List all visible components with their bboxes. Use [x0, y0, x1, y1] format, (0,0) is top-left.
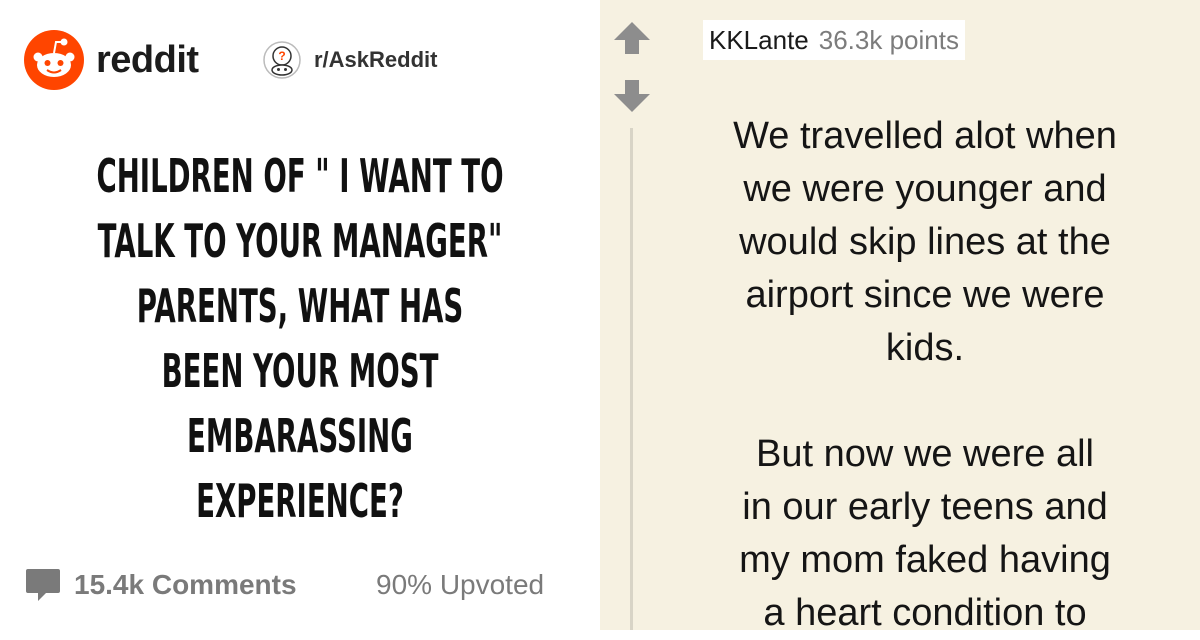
comment-line: airport since we were [745, 274, 1105, 316]
comment-points: 36.3k points [818, 24, 959, 55]
comments-button[interactable]: 15.4k Comments [24, 566, 297, 604]
comment-line: we were younger and [743, 168, 1107, 210]
upvote-arrow-icon[interactable] [612, 20, 652, 56]
comment-line: a heart condition to [763, 592, 1087, 634]
title-line: TALK TO YOUR MANAGER" [97, 214, 503, 268]
downvote-arrow-icon[interactable] [612, 78, 652, 114]
reddit-wordmark: reddit [96, 38, 199, 81]
comment-line: We travelled alot when [733, 115, 1117, 157]
title-line: EXPERIENCE? [196, 474, 404, 528]
subreddit-link[interactable]: ? r/AskReddit [262, 40, 437, 80]
svg-text:?: ? [278, 49, 285, 63]
comment-line: But now we were all [756, 433, 1094, 475]
comment-thread-line[interactable] [630, 128, 633, 630]
reddit-logo[interactable]: reddit [24, 30, 199, 90]
title-line: BEEN YOUR MOST [161, 344, 439, 398]
upvote-ratio: 90% Upvoted [376, 569, 545, 600]
post-title[interactable]: CHILDREN OF " I WANT TO TALK TO YOUR MAN… [40, 144, 560, 534]
comment-header: KKLante 36.3k points [703, 20, 965, 60]
subreddit-name: r/AskReddit [314, 47, 438, 72]
comment-line: kids. [885, 327, 965, 369]
title-line: PARENTS, WHAT HAS [136, 279, 464, 333]
comments-count: 15.4k Comments [74, 569, 297, 600]
reddit-snoo-icon [24, 30, 84, 90]
comment-line: would skip lines at the [739, 221, 1111, 263]
comment-body: We travelled alot when we were younger a… [665, 110, 1185, 640]
askreddit-snoo-icon: ? [263, 41, 301, 79]
title-line: CHILDREN OF " I WANT TO [96, 149, 504, 203]
title-line: EMBARASSING [187, 409, 413, 463]
comment-line: my mom faked having [739, 539, 1111, 581]
comment-bubble-icon [26, 569, 60, 601]
post-panel: reddit ? r/AskReddit CHILDREN OF " I WAN… [0, 0, 600, 630]
comment-line: in our early teens and [742, 486, 1108, 528]
comment-author[interactable]: KKLante [709, 25, 809, 56]
